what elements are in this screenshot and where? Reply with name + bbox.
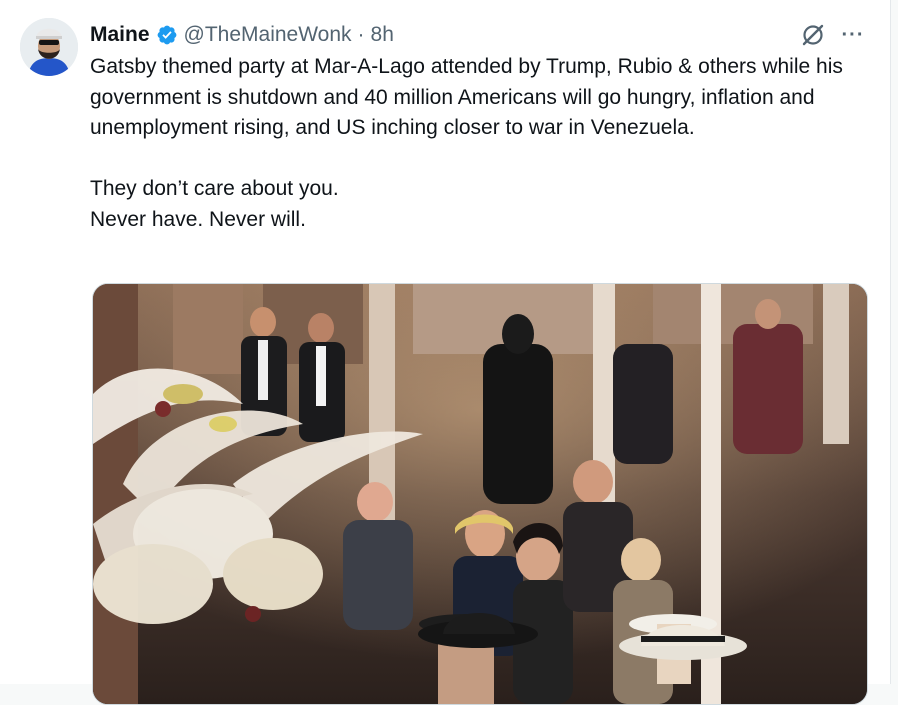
avatar-image <box>20 18 78 76</box>
separator-dot: · <box>357 23 365 46</box>
author-handle[interactable]: @TheMaineWonk <box>184 23 352 47</box>
party-photo-image <box>93 284 867 704</box>
post-timestamp[interactable]: 8h <box>371 23 394 47</box>
author-name[interactable]: Maine <box>90 23 150 47</box>
grok-icon[interactable] <box>798 20 828 50</box>
tweet-card[interactable]: Maine @TheMaineWonk · 8h ··· Gatsby them… <box>0 0 891 705</box>
tweet-text: Gatsby themed party at Mar-A-Lago attend… <box>90 52 880 235</box>
tweet-paragraph-3: Never have. Never will. <box>90 207 306 231</box>
tweet-paragraph-1: Gatsby themed party at Mar-A-Lago attend… <box>90 55 843 139</box>
tweet-header: Maine @TheMaineWonk · 8h <box>90 20 850 50</box>
verified-badge-icon <box>156 24 178 46</box>
tweet-photo[interactable] <box>92 283 868 705</box>
author-avatar[interactable] <box>20 18 78 76</box>
tweet-paragraph-2: They don’t care about you. <box>90 177 339 200</box>
more-options-icon[interactable]: ··· <box>836 22 870 48</box>
